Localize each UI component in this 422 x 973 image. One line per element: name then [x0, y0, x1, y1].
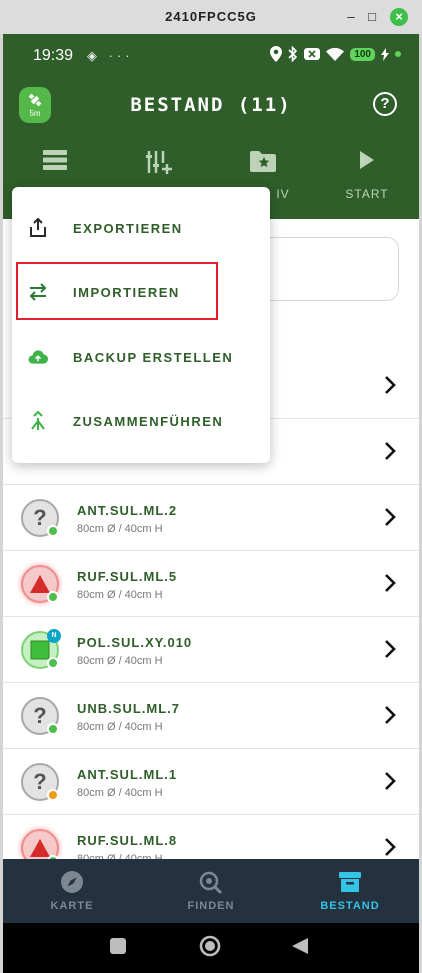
- tab-start-label: START: [345, 187, 389, 201]
- export-icon: [30, 218, 46, 237]
- menu-item-label: ZUSAMMENFÜHREN: [73, 414, 224, 429]
- recent-apps-icon[interactable]: [109, 937, 127, 955]
- unknown-type-icon: ?: [21, 763, 59, 801]
- unknown-type-icon: ?: [21, 697, 59, 735]
- play-icon: [360, 151, 374, 169]
- bottom-navigation: KARTE FINDEN BESTAND: [3, 859, 419, 923]
- list-icon: [43, 150, 67, 170]
- nav-karte-label: KARTE: [50, 900, 94, 912]
- find-location-icon: [199, 871, 223, 894]
- wifi-icon: [326, 47, 345, 61]
- chevron-right-icon: [385, 508, 396, 526]
- nav-finden-label: FINDEN: [187, 900, 235, 912]
- list-item[interactable]: ? UNB.SUL.ML.7 80cm Ø / 40cm H: [3, 683, 419, 749]
- item-dimensions: 80cm Ø / 40cm H: [77, 589, 163, 601]
- item-name: POL.SUL.XY.010: [77, 635, 193, 650]
- minimize-icon[interactable]: –: [342, 8, 360, 26]
- nav-bestand-label: BESTAND: [320, 900, 380, 912]
- sim-off-icon: [304, 48, 321, 60]
- status-time: 19:39: [33, 47, 74, 64]
- item-dimensions: 80cm Ø / 40cm H: [77, 523, 163, 535]
- triangle-marker-icon: [21, 565, 59, 603]
- chevron-right-icon: [385, 772, 396, 790]
- status-dot: [47, 789, 59, 801]
- nav-karte[interactable]: KARTE: [3, 859, 141, 923]
- options-menu: EXPORTIEREN IMPORTIEREN BACKUP ERSTELLEN…: [12, 187, 270, 463]
- back-icon[interactable]: [291, 937, 309, 955]
- list-item[interactable]: RUF.SUL.ML.5 80cm Ø / 40cm H: [3, 551, 419, 617]
- bluetooth-icon: [288, 46, 298, 62]
- new-badge: N: [47, 629, 61, 643]
- add-filter-icon: [146, 151, 172, 174]
- chevron-right-icon: [385, 442, 396, 460]
- archive-box-icon: [339, 872, 361, 892]
- item-name: UNB.SUL.ML.7: [77, 701, 180, 716]
- status-icons: 100: [270, 46, 401, 62]
- status-dot: [47, 591, 59, 603]
- cloud-upload-icon: [28, 350, 48, 364]
- chevron-right-icon: [385, 706, 396, 724]
- help-icon[interactable]: ?: [373, 92, 397, 116]
- status-dot: [47, 723, 59, 735]
- status-dot: [47, 657, 59, 669]
- page-title: BESTAND (11): [130, 94, 292, 116]
- charging-icon: [381, 47, 389, 61]
- phone-screen: 19:39 ◈ ··· 100 5m BESTAND (11) ? IV STA…: [3, 34, 419, 973]
- system-navigation-bar: [3, 923, 419, 973]
- compass-icon: [61, 871, 83, 893]
- location-icon: [270, 46, 283, 62]
- item-name: RUF.SUL.ML.8: [77, 833, 178, 848]
- chevron-right-icon: [385, 574, 396, 592]
- status-dot: [47, 525, 59, 537]
- folder-star-icon: [250, 151, 276, 172]
- window-titlebar: 2410FPCC5G – □ ×: [0, 0, 422, 34]
- nav-bestand[interactable]: BESTAND: [281, 859, 419, 923]
- menu-item-label: EXPORTIEREN: [73, 221, 183, 236]
- status-bar: 19:39 ◈ ··· 100: [3, 34, 419, 78]
- menu-item-export[interactable]: EXPORTIEREN: [12, 196, 270, 260]
- unknown-type-icon: ?: [21, 499, 59, 537]
- battery-indicator: 100: [350, 47, 375, 61]
- import-highlight-box: [16, 262, 218, 320]
- menu-item-merge[interactable]: ZUSAMMENFÜHREN: [12, 389, 270, 453]
- chevron-right-icon: [385, 376, 396, 394]
- item-dimensions: 80cm Ø / 40cm H: [77, 655, 163, 667]
- list-item[interactable]: ? ANT.SUL.ML.1 80cm Ø / 40cm H: [3, 749, 419, 815]
- item-name: ANT.SUL.ML.1: [77, 767, 178, 782]
- item-name: RUF.SUL.ML.5: [77, 569, 178, 584]
- nav-finden[interactable]: FINDEN: [142, 859, 280, 923]
- item-dimensions: 80cm Ø / 40cm H: [77, 721, 163, 733]
- tab-start[interactable]: START: [315, 146, 419, 219]
- list-item[interactable]: N POL.SUL.XY.010 80cm Ø / 40cm H: [3, 617, 419, 683]
- item-name: ANT.SUL.ML.2: [77, 503, 178, 518]
- app-bar: 5m BESTAND (11) ?: [3, 78, 419, 134]
- chevron-right-icon: [385, 640, 396, 658]
- chevron-right-icon: [385, 838, 396, 856]
- close-icon[interactable]: ×: [390, 8, 408, 26]
- menu-item-backup[interactable]: BACKUP ERSTELLEN: [12, 325, 270, 389]
- active-dot: [395, 51, 401, 57]
- list-item[interactable]: ? ANT.SUL.ML.2 80cm Ø / 40cm H: [3, 485, 419, 551]
- item-dimensions: 80cm Ø / 40cm H: [77, 787, 163, 799]
- square-marker-icon: N: [21, 629, 61, 669]
- menu-item-label: BACKUP ERSTELLEN: [73, 350, 234, 365]
- merge-icon: [31, 411, 45, 430]
- home-icon[interactable]: [199, 935, 221, 957]
- maximize-icon[interactable]: □: [363, 8, 381, 26]
- notification-icons: ◈ ···: [87, 48, 134, 63]
